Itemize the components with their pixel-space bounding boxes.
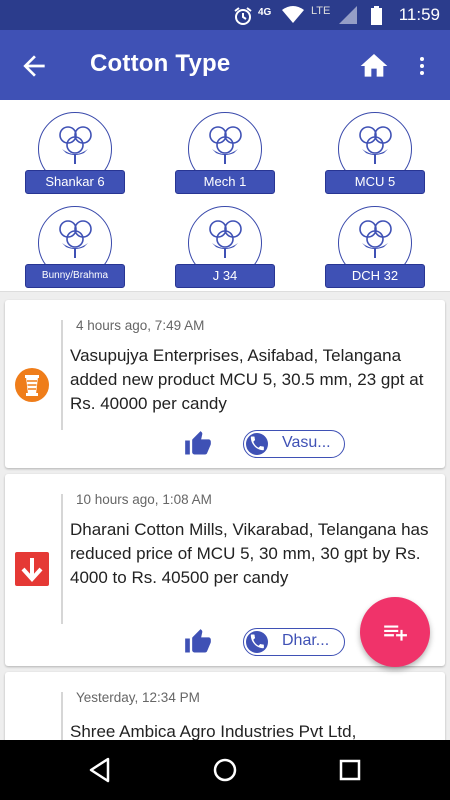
cotton-type-label: DCH 32 xyxy=(325,264,425,288)
call-seller-button[interactable]: Vasu... xyxy=(243,430,345,458)
activity-feed[interactable]: 4 hours ago, 7:49 AM Vasupujya Enterpris… xyxy=(0,292,450,740)
status-bar: 4G LTE 11:59 xyxy=(0,0,450,30)
card-timestamp: 10 hours ago, 1:08 AM xyxy=(76,492,212,507)
wifi-icon xyxy=(282,6,304,23)
page-title: Cotton Type xyxy=(90,50,231,77)
system-nav-bar xyxy=(0,740,450,800)
recents-square-icon[interactable] xyxy=(334,754,366,786)
alarm-icon xyxy=(234,7,252,25)
home-circle-icon[interactable] xyxy=(209,754,241,786)
card-message: Dharani Cotton Mills, Vikarabad, Telanga… xyxy=(70,520,429,587)
playlist-add-icon xyxy=(384,625,407,641)
card-message: Vasupujya Enterprises, Asifabad, Telanga… xyxy=(70,346,424,413)
call-seller-button[interactable]: Dhar... xyxy=(243,628,345,656)
phone-icon xyxy=(246,433,268,455)
card-timestamp: Yesterday, 12:34 PM xyxy=(76,690,200,705)
card-divider xyxy=(61,320,63,430)
home-icon[interactable] xyxy=(358,50,390,82)
cotton-type-mech-1[interactable]: Mech 1 xyxy=(175,112,275,202)
add-listing-fab[interactable] xyxy=(360,597,430,667)
cotton-type-label: J 34 xyxy=(175,264,275,288)
card-message: Shree Ambica Agro Industries Pvt Ltd, xyxy=(70,722,357,740)
phone-icon xyxy=(246,631,268,653)
app-bar: Cotton Type xyxy=(0,30,450,100)
price-down-icon xyxy=(15,552,49,586)
call-seller-label: Dhar... xyxy=(282,632,330,649)
cotton-type-label: MCU 5 xyxy=(325,170,425,194)
more-vert-icon[interactable] xyxy=(410,50,434,82)
thumbs-up-icon[interactable] xyxy=(183,628,213,656)
cotton-type-label: Mech 1 xyxy=(175,170,275,194)
yarn-spool-icon xyxy=(15,368,49,402)
feed-card[interactable]: 4 hours ago, 7:49 AM Vasupujya Enterpris… xyxy=(5,300,445,468)
lte-signal-icon xyxy=(339,6,357,24)
network-4g-icon: 4G xyxy=(258,7,272,18)
cotton-type-bunny-brahma[interactable]: Bunny/Brahma xyxy=(25,206,125,296)
cotton-type-grid: Shankar 6 Mech 1 MCU 5 Bunny/Brahma J 34… xyxy=(0,100,450,292)
thumbs-up-icon[interactable] xyxy=(183,430,213,458)
back-arrow-icon[interactable] xyxy=(18,50,50,82)
battery-icon xyxy=(371,6,382,25)
back-triangle-icon[interactable] xyxy=(84,754,116,786)
card-timestamp: 4 hours ago, 7:49 AM xyxy=(76,318,205,333)
cotton-type-dch-32[interactable]: DCH 32 xyxy=(325,206,425,296)
cotton-type-shankar-6[interactable]: Shankar 6 xyxy=(25,112,125,202)
lte-label: LTE xyxy=(311,5,331,17)
call-seller-label: Vasu... xyxy=(282,434,331,451)
cotton-type-label: Shankar 6 xyxy=(25,170,125,194)
card-divider xyxy=(61,494,63,624)
card-divider xyxy=(61,692,63,740)
cotton-type-j-34[interactable]: J 34 xyxy=(175,206,275,296)
cotton-type-label: Bunny/Brahma xyxy=(25,264,125,288)
feed-card[interactable]: Yesterday, 12:34 PM Shree Ambica Agro In… xyxy=(5,672,445,740)
status-time: 11:59 xyxy=(398,5,440,24)
cotton-type-mcu-5[interactable]: MCU 5 xyxy=(325,112,425,202)
